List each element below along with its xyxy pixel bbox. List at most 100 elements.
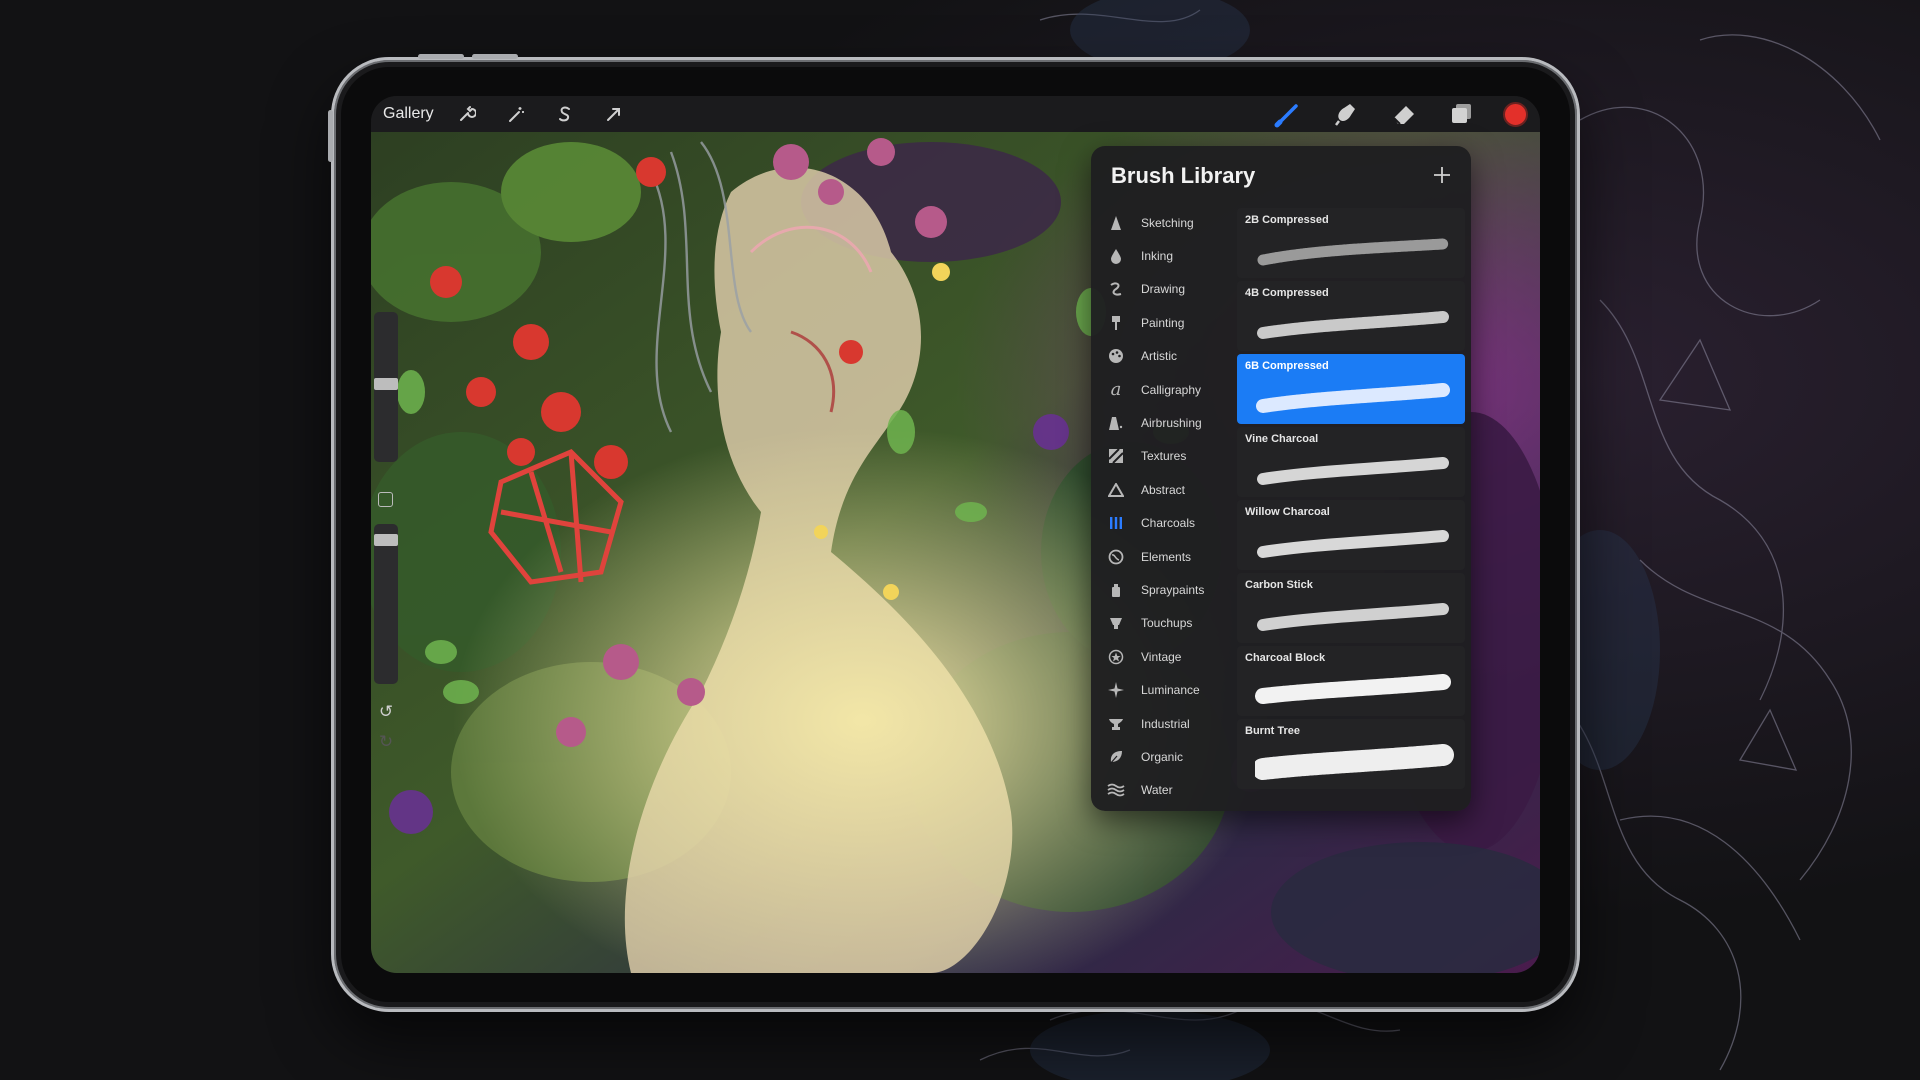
procreate-screen: Gallery ↺ ↻ Brush Library Sketching Inki… [371, 96, 1540, 973]
category-airbrushing[interactable]: Airbrushing [1105, 406, 1235, 439]
category-label: Inking [1141, 249, 1174, 264]
brush-name: Vine Charcoal [1245, 433, 1319, 445]
category-textures[interactable]: Textures [1105, 440, 1235, 473]
brush-name: Willow Charcoal [1245, 506, 1330, 518]
color-picker-button[interactable] [1503, 101, 1528, 127]
brush-stroke-preview [1257, 530, 1449, 558]
brush-list: 2B Compressed 4B Compressed 6B Compresse… [1237, 208, 1465, 792]
category-label: Abstract [1141, 482, 1186, 497]
category-label: Vintage [1141, 649, 1182, 664]
brush-icon[interactable] [1271, 99, 1305, 129]
brush-item[interactable]: Burnt Tree [1237, 719, 1465, 789]
texture-icon [1105, 447, 1127, 465]
category-spraypaints[interactable]: Spraypaints [1105, 573, 1235, 606]
brush-library-panel: Brush Library Sketching Inking Drawing P… [1091, 146, 1471, 811]
brush-item-selected[interactable]: 6B Compressed [1237, 354, 1465, 424]
brush-name: 2B Compressed [1245, 214, 1329, 226]
eraser-icon[interactable] [1387, 99, 1421, 129]
category-abstract[interactable]: Abstract [1105, 473, 1235, 506]
brush-item[interactable]: Carbon Stick [1237, 573, 1465, 643]
modify-square-icon[interactable] [378, 492, 393, 507]
category-elements[interactable]: Elements [1105, 540, 1235, 573]
brush-name: Charcoal Block [1245, 652, 1326, 664]
gallery-button[interactable]: Gallery [383, 105, 434, 123]
panel-title: Brush Library [1111, 163, 1256, 188]
ink-drop-icon [1105, 247, 1127, 265]
category-label: Charcoals [1141, 516, 1196, 531]
category-label: Airbrushing [1141, 416, 1202, 431]
top-toolbar: Gallery [371, 96, 1540, 132]
category-label: Drawing [1141, 282, 1186, 297]
brush-item[interactable]: Vine Charcoal [1237, 427, 1465, 497]
transform-arrow-icon[interactable] [597, 99, 631, 129]
category-water[interactable]: Water [1105, 774, 1235, 807]
category-charcoals[interactable]: Charcoals [1105, 507, 1235, 540]
category-label: Touchups [1141, 616, 1193, 631]
category-calligraphy[interactable]: a Calligraphy [1105, 373, 1235, 406]
category-label: Spraypaints [1141, 582, 1205, 597]
category-vintage[interactable]: Vintage [1105, 640, 1235, 673]
wrench-icon[interactable] [450, 99, 484, 129]
brush-stroke-preview [1255, 744, 1454, 780]
category-touchups[interactable]: Touchups [1105, 607, 1235, 640]
category-label: Calligraphy [1141, 382, 1202, 397]
redo-icon[interactable]: ↻ [376, 732, 396, 752]
category-sketching[interactable]: Sketching [1105, 206, 1235, 239]
category-luminance[interactable]: Luminance [1105, 673, 1235, 706]
leaf-icon [1105, 748, 1127, 766]
undo-icon[interactable]: ↺ [376, 702, 396, 722]
brush-item[interactable]: Willow Charcoal [1237, 500, 1465, 570]
triangle-icon [1105, 481, 1127, 499]
layers-icon[interactable] [1445, 99, 1479, 129]
anvil-icon [1105, 715, 1127, 733]
brush-name: 4B Compressed [1245, 287, 1329, 299]
category-label: Sketching [1141, 215, 1194, 230]
category-industrial[interactable]: Industrial [1105, 707, 1235, 740]
ipad-volume-button [418, 54, 464, 59]
brush-stroke-preview [1257, 457, 1449, 485]
brush-stroke-preview [1257, 238, 1449, 266]
opacity-slider[interactable] [374, 524, 398, 684]
touchup-icon [1105, 614, 1127, 632]
calligraphy-icon: a [1110, 379, 1122, 401]
ipad-power-button [328, 110, 333, 162]
selection-s-icon[interactable] [548, 99, 582, 129]
category-artistic[interactable]: Artistic [1105, 340, 1235, 373]
opacity-slider-thumb[interactable] [374, 534, 398, 546]
ipad-volume-button [472, 54, 518, 59]
category-label: Elements [1141, 549, 1192, 564]
category-label: Textures [1141, 449, 1187, 464]
brush-item[interactable]: 2B Compressed [1237, 208, 1465, 278]
airbrush-icon [1105, 414, 1127, 432]
paint-brush-icon [1105, 314, 1127, 332]
plus-icon[interactable] [1427, 160, 1457, 190]
category-painting[interactable]: Painting [1105, 306, 1235, 339]
brush-stroke-preview [1257, 603, 1449, 631]
magic-wand-icon[interactable] [499, 99, 533, 129]
brush-size-slider[interactable] [374, 312, 398, 462]
category-organic[interactable]: Organic [1105, 740, 1235, 773]
toolbar-tools [1271, 99, 1528, 129]
smudge-icon[interactable] [1329, 99, 1363, 129]
category-label: Organic [1141, 749, 1184, 764]
category-label: Industrial [1141, 716, 1190, 731]
palette-icon [1105, 347, 1127, 365]
star-circle-icon [1105, 648, 1127, 666]
globe-icon [1105, 548, 1127, 566]
brush-item[interactable]: 4B Compressed [1237, 281, 1465, 351]
brush-name: Burnt Tree [1245, 725, 1301, 737]
brush-stroke-preview [1255, 674, 1451, 704]
brush-item[interactable]: Charcoal Block [1237, 646, 1465, 716]
spray-can-icon [1105, 581, 1127, 599]
category-label: Painting [1141, 315, 1185, 330]
brush-size-slider-thumb[interactable] [374, 378, 398, 390]
charcoal-sticks-icon [1105, 514, 1127, 532]
category-label: Luminance [1141, 683, 1200, 698]
category-label: Water [1141, 783, 1173, 798]
category-drawing[interactable]: Drawing [1105, 273, 1235, 306]
brush-category-list: Sketching Inking Drawing Painting Artist… [1105, 206, 1235, 807]
category-inking[interactable]: Inking [1105, 239, 1235, 272]
brush-name: 6B Compressed [1245, 360, 1329, 372]
squiggle-icon [1105, 280, 1127, 298]
side-toolbar: ↺ ↻ [371, 312, 401, 792]
